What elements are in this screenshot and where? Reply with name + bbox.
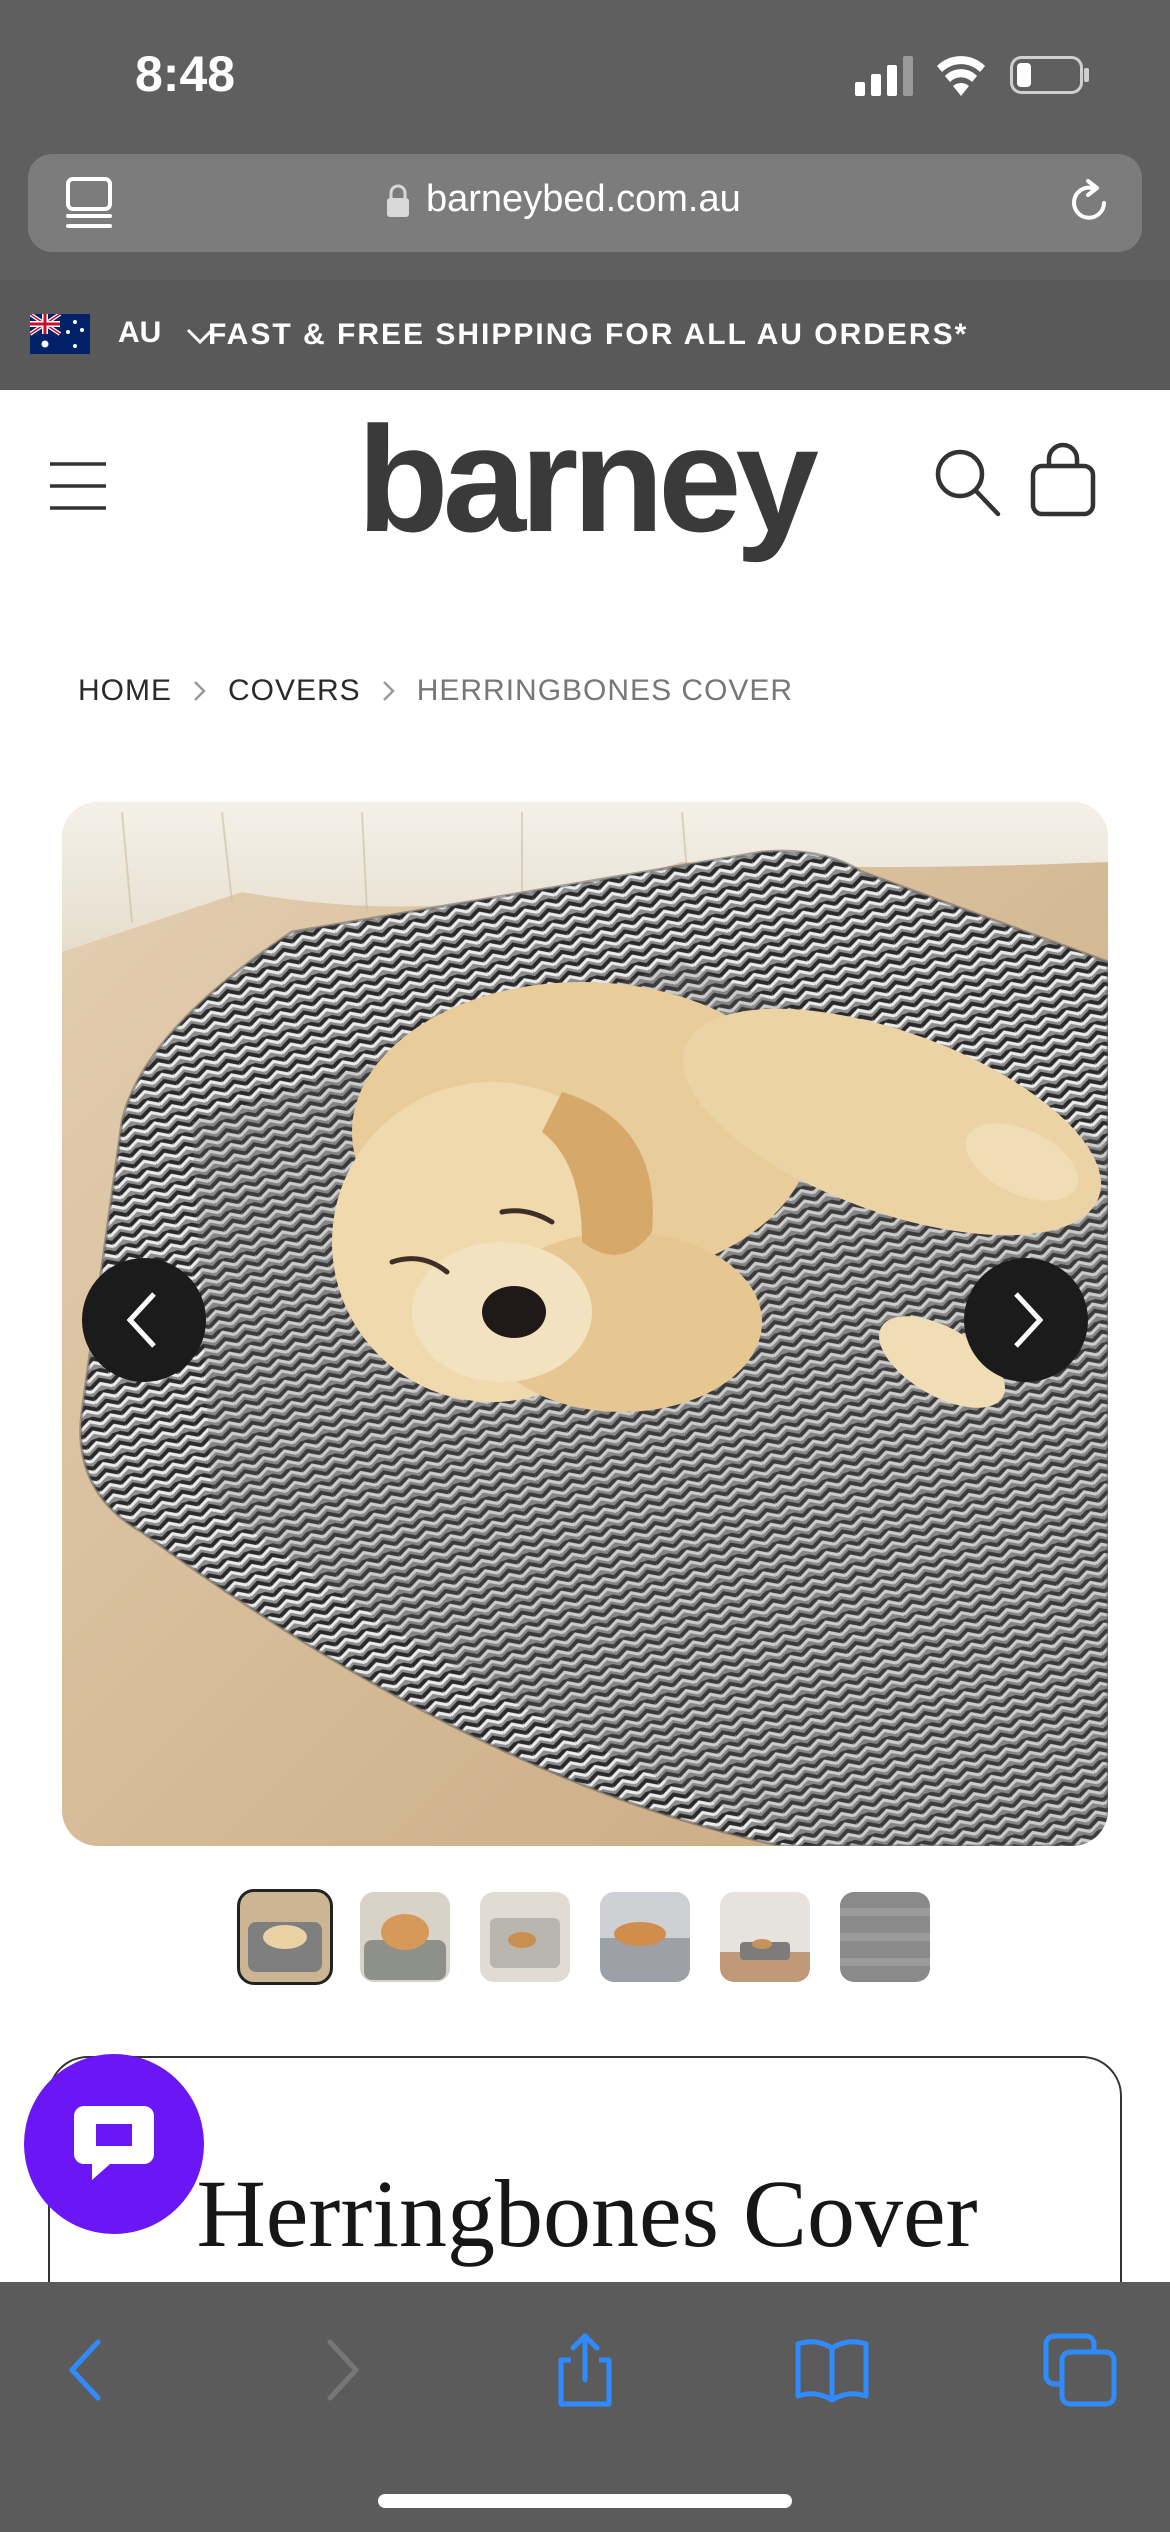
- thumbnail-4[interactable]: [600, 1892, 690, 1982]
- chevron-right-icon: [1014, 1292, 1044, 1348]
- search-icon[interactable]: [932, 446, 1002, 518]
- browser-address-area: barneybed.com.au: [0, 150, 1170, 280]
- status-time: 8:48: [135, 46, 236, 102]
- share-icon[interactable]: [545, 2330, 625, 2410]
- book-icon[interactable]: [792, 2330, 872, 2410]
- announcement-text: FAST & FREE SHIPPING FOR ALL AU ORDERS*: [208, 318, 969, 351]
- battery-icon: [1010, 56, 1089, 94]
- chevron-left-icon: [126, 1292, 156, 1348]
- reload-icon[interactable]: [1064, 178, 1114, 228]
- shopping-bag-icon[interactable]: [1028, 442, 1098, 518]
- australia-flag-icon[interactable]: [30, 314, 90, 354]
- product-title: Herringbones Cover: [196, 2160, 978, 2267]
- previous-image-button[interactable]: [82, 1258, 206, 1382]
- home-indicator: [378, 2494, 792, 2508]
- lock-icon: [387, 184, 409, 217]
- chevron-right-icon: [194, 681, 206, 701]
- address-bar[interactable]: barneybed.com.au: [28, 154, 1142, 252]
- breadcrumb: HOME COVERS HERRINGBONES COVER: [78, 674, 793, 708]
- forward-chevron-icon[interactable]: [300, 2330, 380, 2410]
- page-menu-icon[interactable]: [64, 176, 116, 230]
- wifi-icon: [937, 56, 985, 96]
- browser-toolbar: [0, 2282, 1170, 2532]
- chat-button[interactable]: [24, 2054, 204, 2234]
- next-image-button[interactable]: [964, 1258, 1088, 1382]
- country-selector[interactable]: AU: [118, 316, 161, 350]
- thumbnail-2[interactable]: [360, 1892, 450, 1982]
- site-header: barney: [0, 390, 1170, 580]
- back-chevron-icon[interactable]: [48, 2330, 128, 2410]
- url-text[interactable]: barneybed.com.au: [426, 178, 741, 221]
- breadcrumb-current: HERRINGBONES COVER: [416, 674, 794, 707]
- breadcrumb-home[interactable]: HOME: [78, 674, 172, 708]
- chat-bubble-icon: [74, 2106, 154, 2180]
- thumbnail-5[interactable]: [720, 1892, 810, 1982]
- product-image[interactable]: [62, 802, 1108, 1846]
- status-bar: 8:48: [0, 0, 1170, 150]
- thumbnail-strip: [237, 1889, 930, 1985]
- thumbnail-3[interactable]: [480, 1892, 570, 1982]
- thumbnail-1[interactable]: [237, 1889, 333, 1985]
- chevron-right-icon: [382, 681, 395, 701]
- product-photo: [62, 802, 1108, 1846]
- breadcrumb-covers[interactable]: COVERS: [228, 674, 361, 708]
- cellular-signal-icon: [855, 56, 913, 96]
- thumbnail-6[interactable]: [840, 1892, 930, 1982]
- announcement-bar: AU FAST & FREE SHIPPING FOR ALL AU ORDER…: [0, 280, 1170, 390]
- tabs-icon[interactable]: [1040, 2330, 1120, 2410]
